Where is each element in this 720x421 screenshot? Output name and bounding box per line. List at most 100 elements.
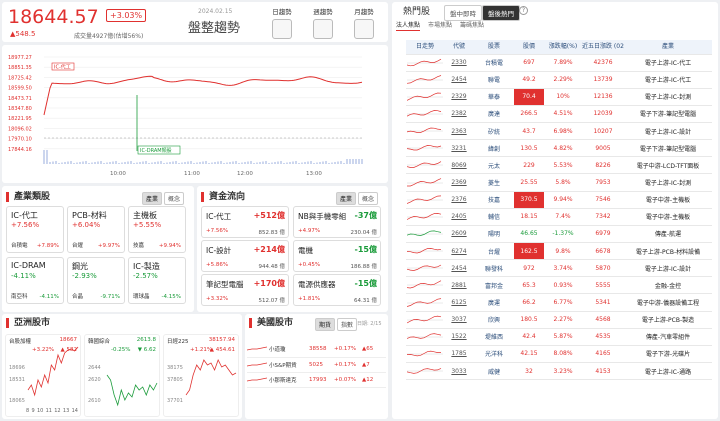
stock-name[interactable]: 台積電 [474,54,514,72]
hot-stock-row[interactable]: 1785 光洋科 42.15 8.08% 4165 電子下游-光碟片 [406,345,712,364]
stock-code[interactable]: 2405 [444,208,474,226]
asia-mini-chart[interactable]: 台股加權 18667 +3.22% ▲ 582 18696 18531 1806… [5,334,81,417]
hot-stock-row[interactable]: 2405 輔信 18.15 7.4% 7342 電子中游-主機板 [406,208,712,226]
us-row[interactable]: 小S&P期貨 5025 +0.17% ▲7 [246,357,386,373]
stock-name[interactable]: 輔信 [474,208,514,226]
stock-code[interactable]: 2330 [444,54,474,72]
column-header[interactable]: 代號 [444,40,474,55]
industry-tile[interactable]: 主機板 +5.55% 技嘉 +9.94% [128,206,186,253]
industry-tile[interactable]: IC-代工 +7.56% 台積電 +7.89% [6,206,64,253]
stock-name[interactable]: 光洋科 [474,345,514,364]
stock-code[interactable]: 3033 [444,362,474,381]
monthly-trend-button[interactable]: 月趨勢 [348,6,380,39]
stock-name[interactable]: 欣興 [474,311,514,329]
money-flow-item[interactable]: IC-設計 +214億 +5.86% 944.48 億 [201,240,289,272]
industry-tile[interactable]: PCB-材料 +6.04% 台燿 +9.97% [67,206,125,253]
hot-stock-row[interactable]: 2454 聯電 49.2 2.29% 13739 電子上游-IC-代工 [406,71,712,89]
tab-intraday[interactable]: 盤中即時 [444,5,482,21]
column-header[interactable]: 股票 [474,40,514,55]
tab-index[interactable]: 指數 [337,318,358,331]
tab-flow-industry[interactable]: 產業 [336,192,357,205]
stock-code[interactable]: 1522 [444,328,474,346]
hot-stock-row[interactable]: 2881 富邦金 65.3 0.93% 5555 金融-金控 [406,276,712,295]
stock-code[interactable]: 2376 [444,191,474,209]
stock-code[interactable]: 2881 [444,276,474,295]
hot-stock-row[interactable]: 2382 廣達 266.5 4.51% 12039 電子下游-筆記型電腦 [406,105,712,124]
stock-name[interactable]: 矽統 [474,122,514,141]
money-flow-item[interactable]: 筆記型電腦 +170億 +3.32% 512.07 億 [201,274,289,306]
stock-code[interactable]: 2369 [444,173,474,192]
tab-futures[interactable]: 期貨 [315,318,336,331]
tab-institutional[interactable]: 法人焦點 [396,20,421,31]
stock-code[interactable]: 2363 [444,122,474,141]
asia-mini-chart[interactable]: 日經225 38157.94 +1.21% ▲ 454.61 38175 378… [163,334,239,417]
stock-name[interactable]: 廣運 [474,293,514,312]
stock-name[interactable]: 廣達 [474,105,514,124]
column-header[interactable]: 產業 [624,40,712,55]
hot-stock-row[interactable]: 1522 堤維西 42.4 5.87% 4535 傳產-汽車零組件 [406,328,712,346]
stock-name[interactable]: 堤維西 [474,328,514,346]
stock-name[interactable]: 元太 [474,156,514,175]
stock-code[interactable]: 2382 [444,105,474,124]
intraday-chart[interactable]: 18977.27 18851.35 18725.42 18599.50 18473.71… [2,45,388,183]
tab-industry[interactable]: 產業 [142,192,163,205]
column-header[interactable]: 股價 [514,40,544,55]
stock-name[interactable]: 菱生 [474,173,514,192]
stock-name[interactable]: 陽明 [474,225,514,244]
hot-stock-row[interactable]: 2454 聯發科 972 3.74% 5870 電子上游-IC-設計 [406,259,712,278]
industry-tile[interactable]: IC-DRAM -4.11% 南亞科 -4.11% [6,257,64,304]
money-flow-item[interactable]: IC-代工 +512億 +7.56% 852.83 億 [201,206,289,238]
hot-stock-row[interactable]: 2330 台積電 697 7.89% 42376 電子上游-IC-代工 [406,54,712,72]
tab-chip-focus[interactable]: 籌碼焦點 [460,20,484,31]
hot-stock-row[interactable]: 6274 台燿 162.5 9.8% 6678 電子上游-PCB-材料設備 [406,242,712,261]
us-row[interactable]: 小道瓊 38558 +0.17% ▲65 [246,342,386,358]
daily-trend-button[interactable]: 日趨勢 [266,6,298,39]
hot-stock-row[interactable]: 3033 威健 32 3.23% 4153 電子上游-IC-通路 [406,362,712,381]
stock-code[interactable]: 6274 [444,242,474,261]
money-flow-item[interactable]: 電機 -15億 +0.45% 186.88 億 [293,240,381,272]
hot-stock-row[interactable]: 2329 華泰 70.4 10% 12136 電子上游-IC-封測 [406,88,712,106]
stock-name[interactable]: 富邦金 [474,276,514,295]
stock-code[interactable]: 2454 [444,71,474,89]
help-icon[interactable]: ? [519,6,528,15]
stock-code[interactable]: 1785 [444,345,474,364]
tab-market-focus[interactable]: 市場焦點 [428,20,452,31]
stock-code[interactable]: 3231 [444,139,474,158]
hot-stock-row[interactable]: 3037 欣興 180.5 2.27% 4568 電子上游-PCB-製造 [406,311,712,329]
money-flow-item[interactable]: 電源供應器 -15億 +1.81% 64.31 億 [293,274,381,306]
stock-code[interactable]: 3037 [444,311,474,329]
weekly-trend-button[interactable]: 週趨勢 [307,6,339,39]
stock-name[interactable]: 威健 [474,362,514,381]
stock-industry: 電子上游-IC-設計 [624,259,712,278]
hot-stock-row[interactable]: 2363 矽統 43.7 6.98% 10207 電子上游-IC-設計 [406,122,712,141]
stock-code[interactable]: 2609 [444,225,474,244]
stock-name[interactable]: 聯發科 [474,259,514,278]
tab-concept[interactable]: 概念 [164,192,185,205]
money-flow-item[interactable]: NB與手機零組 -37億 +4.97% 230.04 億 [293,206,381,238]
stock-name[interactable]: 華泰 [474,88,514,106]
column-header[interactable]: 日走勢 [406,40,444,55]
tab-flow-concept[interactable]: 概念 [358,192,379,205]
stock-code[interactable]: 2454 [444,259,474,278]
hot-stock-row[interactable]: 8069 元太 229 5.53% 8226 電子中游-LCD-TFT面板 [406,156,712,175]
hot-stock-row[interactable]: 6125 廣運 66.2 6.77% 5341 電子中游-儀器設備工程 [406,293,712,312]
stock-code[interactable]: 8069 [444,156,474,175]
column-header[interactable]: 近五日漲跌 (02/15) [582,40,624,55]
hot-stock-row[interactable]: 2376 技嘉 370.5 9.94% 7546 電子中游-主機板 [406,191,712,209]
hot-stock-row[interactable]: 2369 菱生 25.55 5.8% 7953 電子上游-IC-封測 [406,173,712,192]
industry-tile[interactable]: 鋼光 -2.93% 合晶 -9.71% [67,257,125,304]
tab-after-hours[interactable]: 盤後熱門 [482,5,520,21]
us-row[interactable]: 小那斯達克 17993 +0.07% ▲12 [246,372,386,388]
column-header[interactable]: 漲跌幅(%) [544,40,582,55]
stock-name[interactable]: 聯電 [474,71,514,89]
stock-name[interactable]: 台燿 [474,242,514,261]
hot-stock-row[interactable]: 2609 陽明 46.65 -1.37% 6979 傳產-航運 [406,225,712,244]
stock-name[interactable]: 技嘉 [474,191,514,209]
stock-code[interactable]: 2329 [444,88,474,106]
daily-sparkline [406,368,443,374]
stock-code[interactable]: 6125 [444,293,474,312]
asia-mini-chart[interactable]: 韓國綜合 2613.8 -0.25% ▼ 6.62 2644 2620 2610 [84,334,160,417]
industry-tile[interactable]: IC-製造 -2.57% 環球晶 -4.15% [128,257,186,304]
hot-stock-row[interactable]: 3231 緯創 130.5 4.82% 9005 電子下游-筆記型電腦 [406,139,712,158]
stock-name[interactable]: 緯創 [474,139,514,158]
